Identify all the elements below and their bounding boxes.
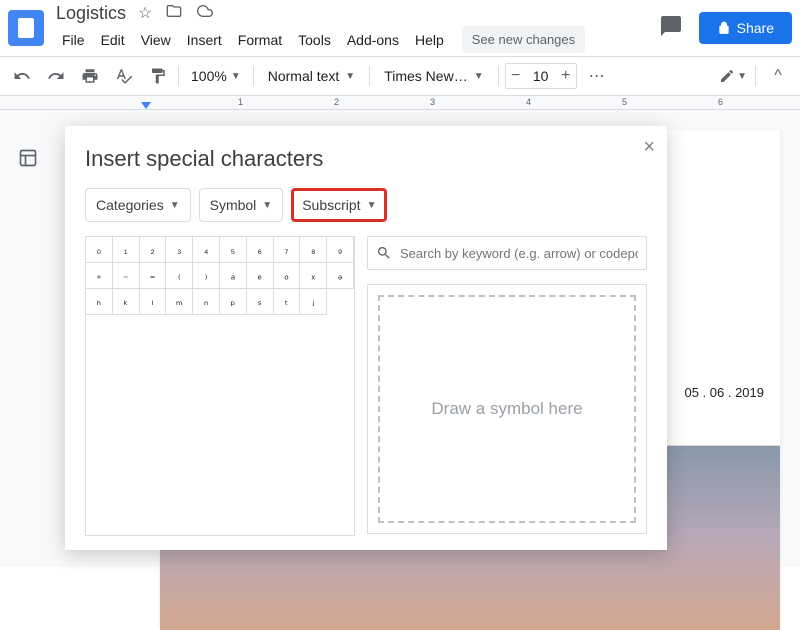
indent-marker[interactable] [141,102,151,109]
char-cell[interactable]: ₉ [327,237,354,263]
char-cell[interactable]: ₋ [113,263,140,289]
char-cell[interactable]: ₜ [274,289,301,315]
draw-placeholder: Draw a symbol here [431,399,582,419]
menu-format[interactable]: Format [232,28,288,52]
char-cell[interactable]: ₑ [247,263,274,289]
paragraph-style-dropdown[interactable]: Normal text▼ [260,68,363,84]
paint-format-icon[interactable] [144,62,172,90]
char-cell[interactable]: ₈ [300,237,327,263]
char-cell[interactable]: ₃ [166,237,193,263]
char-cell[interactable]: ₙ [193,289,220,315]
caret-down-icon: ▼ [262,200,272,211]
undo-icon[interactable] [8,62,36,90]
comments-icon[interactable] [659,14,683,43]
menu-addons[interactable]: Add-ons [341,28,405,52]
menu-insert[interactable]: Insert [181,28,228,52]
move-icon[interactable] [166,3,182,24]
char-cell[interactable]: ₌ [140,263,167,289]
date-text: 05 . 06 . 2019 [684,385,764,400]
char-cell[interactable]: ₊ [86,263,113,289]
symbol-dropdown[interactable]: Symbol▼ [199,188,284,222]
menu-edit[interactable]: Edit [95,28,131,52]
char-cell[interactable]: ₘ [166,289,193,315]
menu-file[interactable]: File [56,28,91,52]
char-cell[interactable]: ₓ [300,263,327,289]
caret-down-icon: ▼ [170,200,180,211]
categories-dropdown[interactable]: Categories▼ [85,188,191,222]
menu-tools[interactable]: Tools [292,28,337,52]
char-cell[interactable]: ₗ [140,289,167,315]
char-cell[interactable]: ₕ [86,289,113,315]
more-tools-icon[interactable]: ⋯ [583,62,611,90]
caret-down-icon: ▼ [474,71,484,82]
font-size-increase[interactable]: + [556,64,576,88]
char-cell[interactable]: ⱼ [300,289,327,315]
menu-view[interactable]: View [135,28,177,52]
font-dropdown[interactable]: Times New…▼ [376,68,491,84]
menu-help[interactable]: Help [409,28,450,52]
char-cell[interactable]: ₚ [220,289,247,315]
search-input[interactable] [400,246,638,261]
char-cell[interactable]: ₍ [166,263,193,289]
cloud-icon[interactable] [196,3,214,24]
char-cell[interactable]: ₆ [247,237,274,263]
char-cell[interactable]: ₇ [274,237,301,263]
document-title[interactable]: Logistics [56,3,126,24]
char-cell[interactable]: ₔ [327,263,354,289]
editing-mode-icon[interactable]: ▼ [719,62,747,90]
character-grid: ₀₁₂₃₄₅₆₇₈₉ ₊₋₌₍₎ₐₑₒₓₔ ₕₖₗₘₙₚₛₜⱼ [85,236,355,536]
collapse-toolbar-icon[interactable]: ^ [764,62,792,90]
caret-down-icon: ▼ [231,71,241,82]
toolbar: 100%▼ Normal text▼ Times New…▼ − + ⋯ ▼ ^ [0,56,800,96]
ruler[interactable]: 1 2 3 4 5 6 [0,96,800,110]
share-button[interactable]: Share [699,12,792,44]
outline-icon[interactable] [18,148,38,173]
print-icon[interactable] [76,62,104,90]
search-icon [376,245,392,261]
dialog-title: Insert special characters [85,146,647,172]
docs-logo[interactable] [8,10,44,46]
font-size-decrease[interactable]: − [506,64,526,88]
char-cell[interactable]: ₒ [274,263,301,289]
char-cell[interactable]: ₛ [247,289,274,315]
char-cell[interactable]: ₅ [220,237,247,263]
close-icon[interactable]: × [643,136,655,159]
draw-symbol-box[interactable]: Draw a symbol here [367,284,647,534]
redo-icon[interactable] [42,62,70,90]
font-size-stepper: − + [505,63,577,89]
char-cell[interactable]: ₄ [193,237,220,263]
char-cell[interactable]: ₖ [113,289,140,315]
star-icon[interactable]: ☆ [138,3,152,24]
zoom-dropdown[interactable]: 100%▼ [185,68,247,84]
char-cell[interactable]: ₎ [193,263,220,289]
special-characters-dialog: Insert special characters × Categories▼ … [65,126,667,550]
spellcheck-icon[interactable] [110,62,138,90]
char-cell[interactable]: ₁ [113,237,140,263]
search-box [367,236,647,270]
char-cell[interactable]: ₐ [220,263,247,289]
font-size-input[interactable] [526,68,556,84]
see-new-changes[interactable]: See new changes [462,26,585,53]
caret-down-icon: ▼ [367,200,377,211]
char-cell[interactable]: ₂ [140,237,167,263]
subscript-dropdown[interactable]: Subscript▼ [291,188,387,222]
caret-down-icon: ▼ [345,71,355,82]
char-cell[interactable]: ₀ [86,237,113,263]
